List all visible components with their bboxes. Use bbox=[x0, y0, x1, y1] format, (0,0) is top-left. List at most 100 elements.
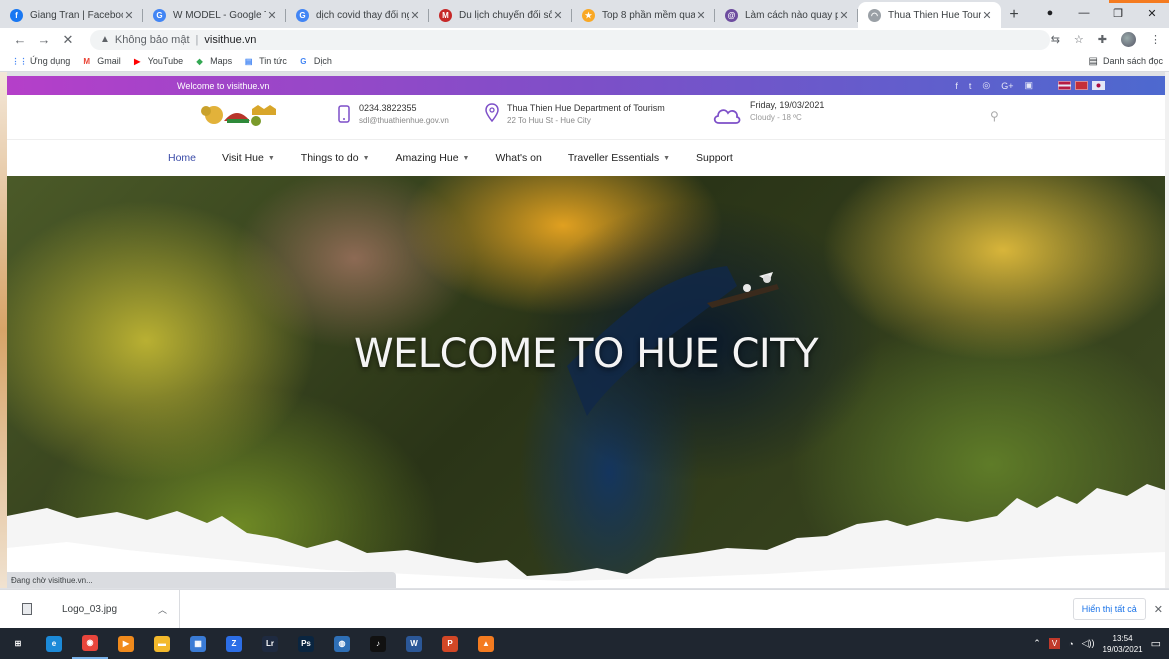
bookmark-item[interactable]: ▶ YouTube bbox=[132, 56, 183, 66]
department-name: Thua Thien Hue Department of Tourism bbox=[507, 103, 665, 113]
page-scrollbar[interactable] bbox=[1165, 72, 1169, 588]
url-text[interactable]: visithue.vn bbox=[204, 34, 256, 46]
social-link-icon[interactable]: ▣ bbox=[1024, 80, 1033, 91]
back-button[interactable]: ← bbox=[8, 32, 32, 47]
nav-item[interactable]: Things to do ▼ bbox=[301, 152, 370, 164]
browser-tab[interactable]: M Du lịch chuyển đổi sôi đ✕ bbox=[429, 2, 572, 28]
profile-circle-icon[interactable]: ● bbox=[1033, 7, 1067, 19]
weather-status: Cloudy - 18 ºC bbox=[750, 113, 802, 122]
chevron-up-icon[interactable]: ︿ bbox=[158, 603, 167, 616]
clock[interactable]: 13:54 19/03/2021 bbox=[1103, 633, 1143, 655]
browser-tab[interactable]: f Giang Tran | Facebook ✕ bbox=[0, 2, 143, 28]
nav-item-label: Things to do bbox=[300, 152, 359, 164]
social-link-icon[interactable]: f bbox=[955, 81, 958, 91]
forward-button[interactable]: → bbox=[32, 32, 56, 47]
avatar[interactable] bbox=[1121, 32, 1136, 47]
nav-item[interactable]: Home bbox=[168, 152, 196, 164]
phone-number[interactable]: 0234.3822355 bbox=[359, 103, 449, 113]
notifications-icon[interactable]: ▭ bbox=[1151, 637, 1161, 650]
search-icon[interactable]: ⚲ bbox=[990, 109, 999, 123]
media-player-taskbar-button[interactable]: ▶ bbox=[108, 628, 144, 659]
tab-close-icon[interactable]: ✕ bbox=[552, 9, 564, 22]
photoshop-icon: Ps bbox=[298, 635, 314, 652]
tab-close-icon[interactable]: ✕ bbox=[409, 9, 421, 22]
powerpoint-icon: P bbox=[442, 635, 458, 652]
vlc-taskbar-button[interactable]: ▲ bbox=[468, 628, 504, 659]
chrome-taskbar-button[interactable]: ◉ bbox=[72, 628, 108, 659]
file-explorer-taskbar-button[interactable]: ▬ bbox=[144, 628, 180, 659]
close-window-button[interactable]: ✕ bbox=[1135, 7, 1169, 20]
tab-favicon-icon: G bbox=[296, 8, 309, 22]
browser-tab[interactable]: Gdịch covid thay đổi ngà ✕ bbox=[286, 2, 429, 28]
network-icon[interactable]: ◔ bbox=[1068, 639, 1073, 649]
edge-taskbar-button[interactable]: e bbox=[36, 628, 72, 659]
email-address[interactable]: sdl@thuathienhue.gov.vn bbox=[359, 116, 449, 125]
chevron-down-icon: ▼ bbox=[462, 154, 470, 162]
menu-kebab-icon[interactable]: ⋮ bbox=[1150, 33, 1161, 46]
bookmark-item[interactable]: ◆ Maps bbox=[194, 56, 233, 66]
browser-tab[interactable]: G W MODEL - Google Tìm✕ bbox=[143, 2, 286, 28]
browser-tab[interactable]: @ Làm cách nào quay phim✕ bbox=[715, 2, 858, 28]
nav-item-label: Amazing Hue bbox=[395, 152, 459, 164]
social-link-icon[interactable]: t bbox=[969, 81, 972, 91]
vietnam-flag-icon[interactable] bbox=[1075, 81, 1088, 90]
photoshop-taskbar-button[interactable]: Ps bbox=[288, 628, 324, 659]
restore-button[interactable]: ❐ bbox=[1101, 7, 1135, 20]
volume-icon[interactable]: ◁)) bbox=[1082, 638, 1095, 649]
status-bubble: Đang chờ visithue.vn... bbox=[7, 572, 396, 588]
japan-flag-icon[interactable] bbox=[1092, 81, 1105, 90]
bookmark-item[interactable]: G Dịch bbox=[298, 56, 332, 66]
windows-start-taskbar-button[interactable]: ⊞ bbox=[0, 628, 36, 659]
powerpoint-taskbar-button[interactable]: P bbox=[432, 628, 468, 659]
store-taskbar-button[interactable]: ▦ bbox=[180, 628, 216, 659]
site-logo[interactable] bbox=[194, 101, 280, 131]
nav-item[interactable]: Amazing Hue ▼ bbox=[396, 152, 470, 164]
tab-close-icon[interactable]: ✕ bbox=[266, 9, 278, 22]
new-tab-button[interactable]: + bbox=[1001, 2, 1027, 28]
social-link-icon[interactable]: ◎ bbox=[982, 80, 990, 91]
tab-close-icon[interactable]: ✕ bbox=[981, 9, 993, 22]
tiktok-taskbar-button[interactable]: ♪ bbox=[360, 628, 396, 659]
tab-close-icon[interactable]: ✕ bbox=[123, 9, 135, 22]
reading-list-icon: ▤ bbox=[1088, 55, 1098, 67]
window-controls: ● — ❐ ✕ bbox=[1033, 0, 1169, 26]
nav-item[interactable]: Visit Hue ▼ bbox=[222, 152, 275, 164]
warning-icon[interactable]: ▲ bbox=[100, 34, 110, 45]
tab-favicon-icon: f bbox=[10, 8, 23, 22]
language-flags bbox=[1058, 81, 1105, 90]
antivirus-icon[interactable]: V bbox=[1048, 638, 1061, 649]
download-filename[interactable]: Logo_03.jpg bbox=[62, 604, 117, 615]
nav-item[interactable]: Support bbox=[696, 152, 733, 164]
bookmark-item[interactable]: ⋮⋮ Ứng dụng bbox=[12, 56, 71, 66]
main-navigation: Home Visit Hue ▼ Things to do ▼ Amazing Hue ▼ W… bbox=[7, 139, 1165, 176]
translate-icon[interactable]: ⇆ bbox=[1051, 33, 1060, 46]
browser-tab[interactable]: ◠ Thua Thien Hue Tourism✕ bbox=[858, 2, 1001, 28]
bookmark-item[interactable]: M Gmail bbox=[81, 56, 120, 66]
tab-close-icon[interactable]: ✕ bbox=[838, 9, 850, 22]
stop-loading-button[interactable]: ✕ bbox=[56, 32, 80, 48]
bookmark-item[interactable]: ▤ Tin tức bbox=[243, 56, 287, 66]
english-flag-icon[interactable] bbox=[1058, 81, 1071, 90]
reading-list-button[interactable]: ▤ Danh sách đọc bbox=[1089, 56, 1169, 67]
tab-title: Du lịch chuyển đổi sôi đ bbox=[459, 9, 552, 21]
chevron-up-icon[interactable]: ⌃ bbox=[1033, 638, 1041, 649]
lightroom-taskbar-button[interactable]: Lr bbox=[252, 628, 288, 659]
close-shelf-button[interactable]: ✕ bbox=[1154, 603, 1163, 616]
nav-item[interactable]: Traveller Essentials ▼ bbox=[568, 152, 670, 164]
minimize-button[interactable]: — bbox=[1067, 7, 1101, 19]
hero-title: WELCOME TO HUE CITY bbox=[353, 331, 819, 377]
tab-close-icon[interactable]: ✕ bbox=[695, 9, 707, 22]
social-link-icon[interactable]: G+ bbox=[1001, 81, 1013, 91]
security-label[interactable]: Không bảo mật bbox=[115, 34, 190, 46]
address-bar[interactable]: ▲ Không bảo mật | visithue.vn bbox=[90, 29, 1050, 50]
tab-favicon-icon: ◠ bbox=[868, 8, 881, 22]
zalo-taskbar-button[interactable]: Z bbox=[216, 628, 252, 659]
extensions-icon[interactable]: ✚ bbox=[1098, 33, 1107, 46]
globe-taskbar-button[interactable]: ◍ bbox=[324, 628, 360, 659]
browser-tab[interactable]: ★ Top 8 phần mềm quay m✕ bbox=[572, 2, 715, 28]
show-all-button[interactable]: Hiển thị tất cả bbox=[1072, 598, 1146, 620]
nav-item[interactable]: What's on bbox=[495, 152, 541, 164]
star-icon[interactable]: ☆ bbox=[1074, 33, 1084, 46]
download-item[interactable]: Logo_03.jpg ︿ bbox=[0, 590, 180, 628]
word-taskbar-button[interactable]: W bbox=[396, 628, 432, 659]
